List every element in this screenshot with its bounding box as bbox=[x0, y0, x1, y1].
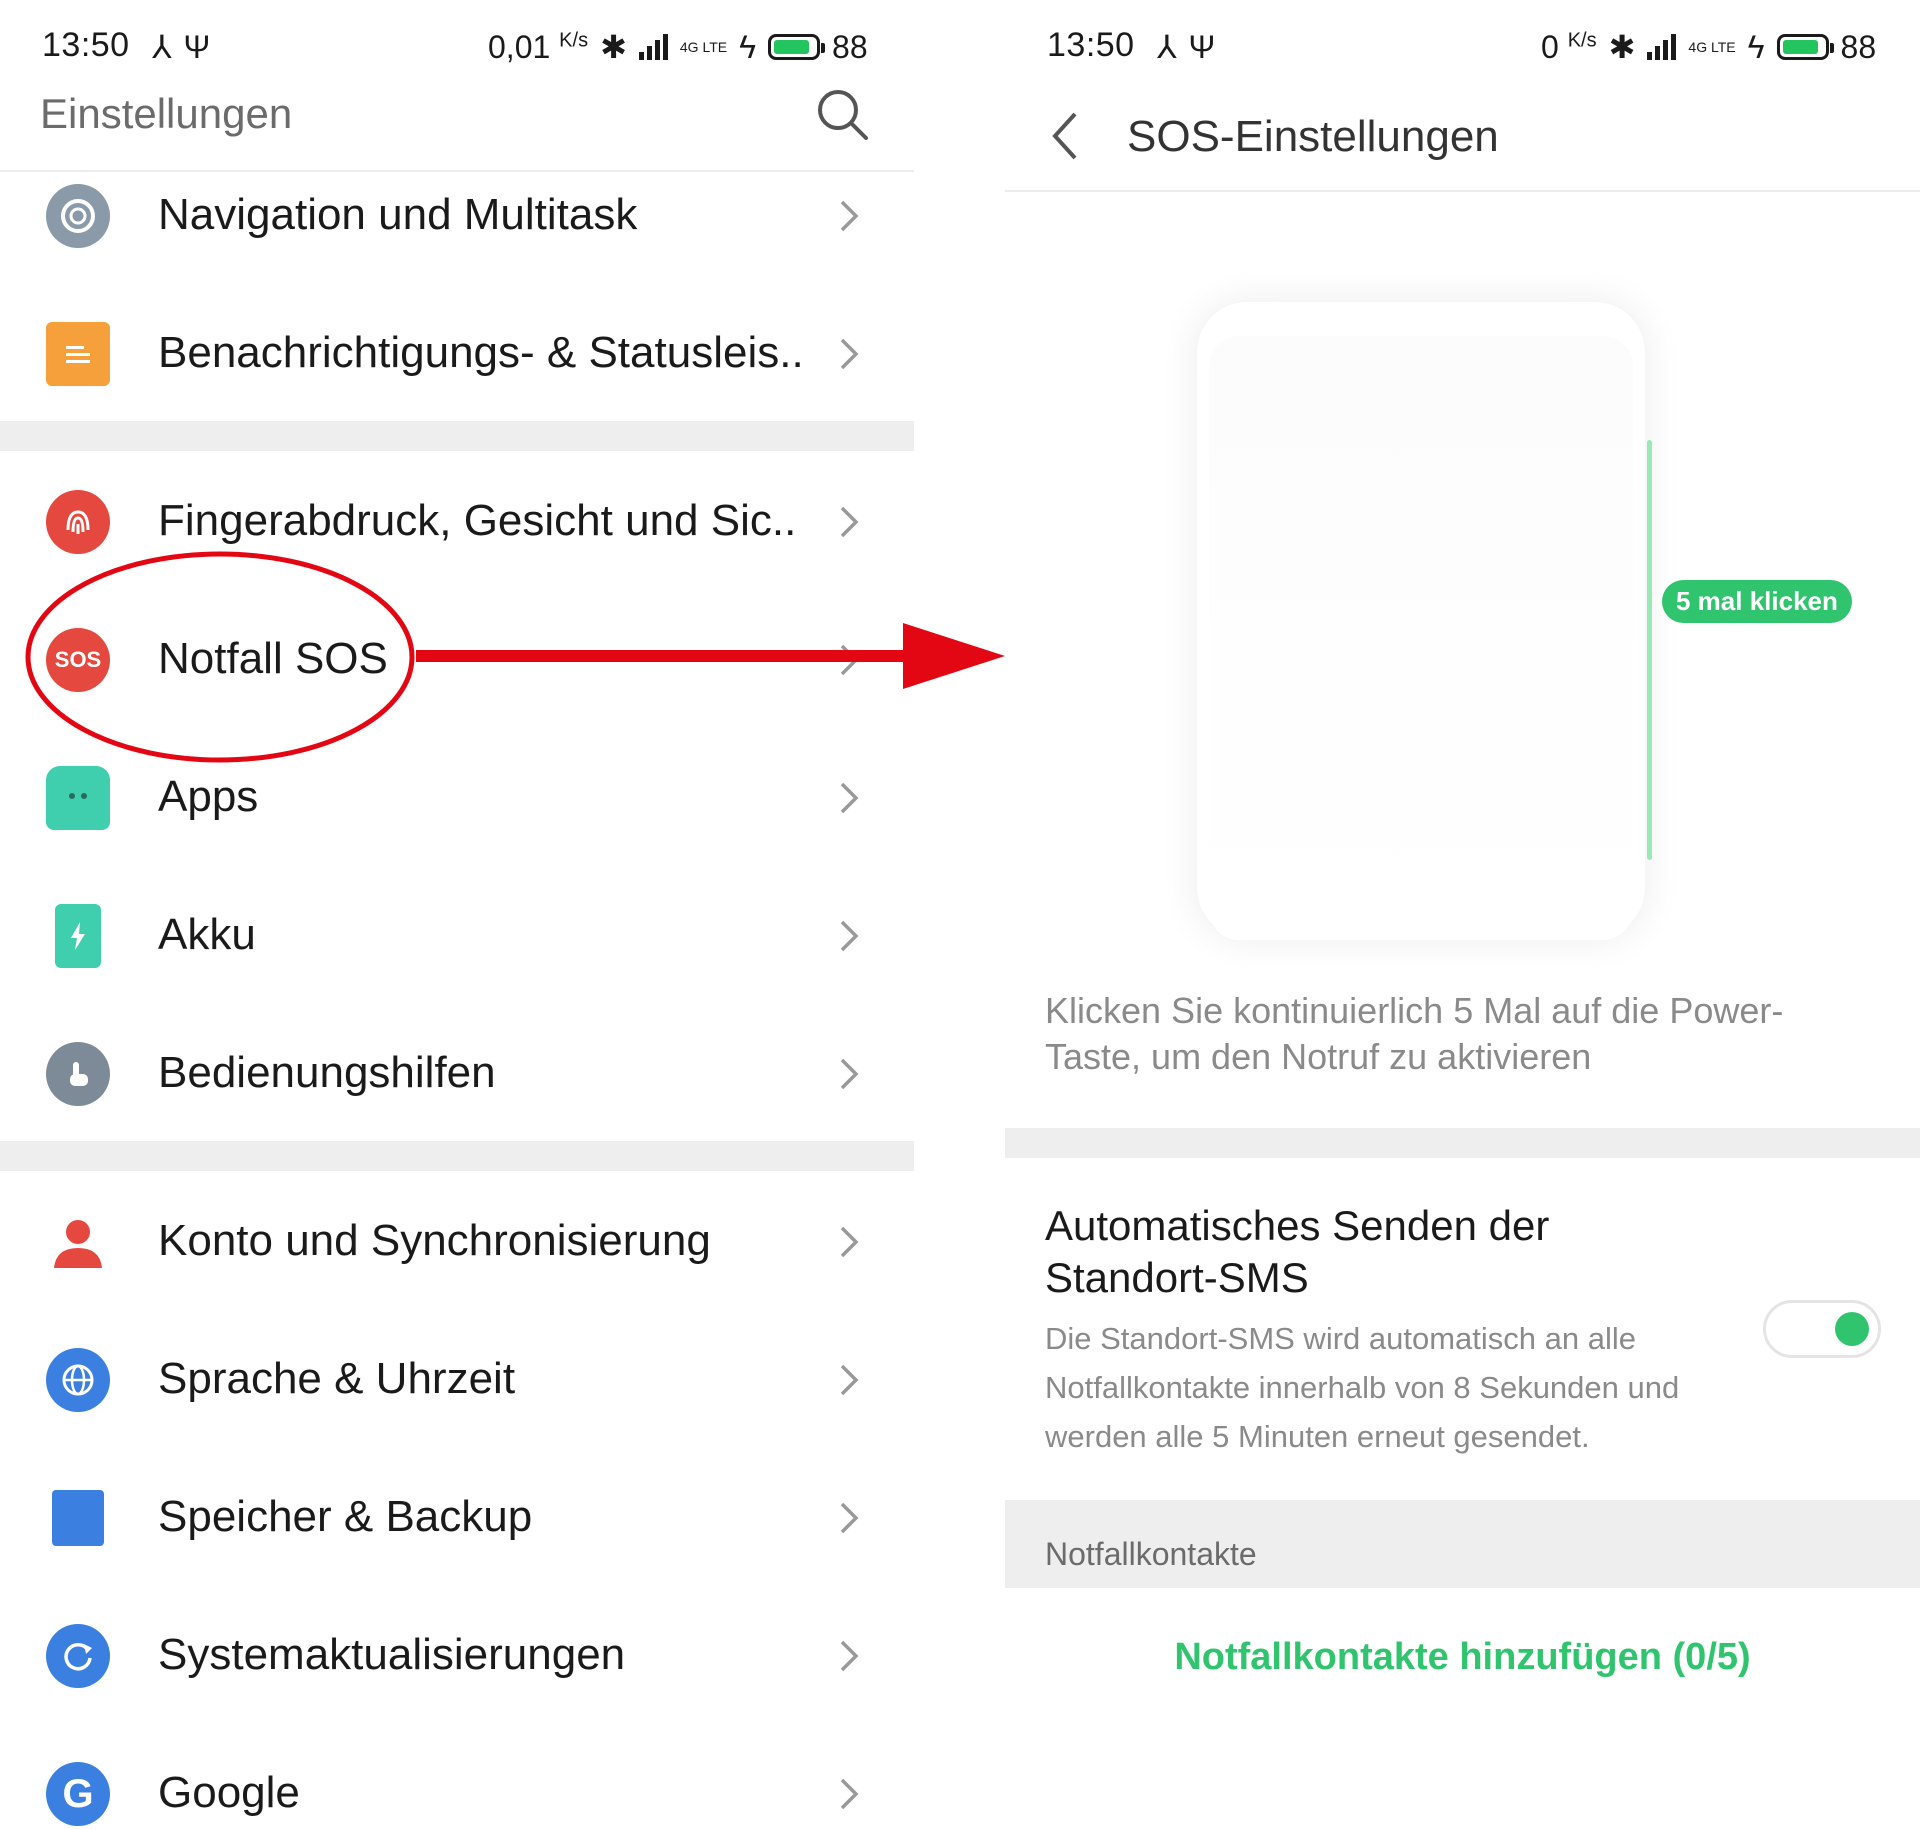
toggle-knob bbox=[1835, 1312, 1869, 1346]
settings-item-notifications[interactable]: Benachrichtigungs- & Statusleis.. bbox=[0, 284, 914, 422]
net-speed: 0 K/s bbox=[1541, 28, 1597, 65]
share-icon: ⅄ bbox=[1157, 29, 1177, 65]
settings-item-label: Akku bbox=[158, 910, 256, 959]
battery-icon bbox=[1776, 34, 1834, 60]
settings-item-account[interactable]: Konto und Synchronisierung bbox=[0, 1172, 914, 1310]
chevron-right-icon bbox=[840, 1364, 859, 1396]
bluetooth-icon: ✱ bbox=[600, 29, 627, 65]
settings-item-label: Speicher & Backup bbox=[158, 1492, 533, 1541]
status-left-icons: ⅄ Ψ bbox=[152, 22, 210, 72]
update-icon bbox=[46, 1624, 110, 1688]
chevron-right-icon bbox=[840, 782, 859, 814]
battery-level: 88 bbox=[1840, 28, 1877, 65]
status-right-icons: 0 K/s ✱ 4G LTE ϟ 88 bbox=[1541, 22, 1876, 72]
battery-icon bbox=[768, 34, 826, 60]
auto-sms-title: Automatisches Senden der Standort-SMS bbox=[1045, 1202, 1550, 1301]
settings-screen: 13:50 ⅄ Ψ 0,01 K/s ✱ 4G LTE ϟ 88 Einstel… bbox=[0, 0, 914, 1829]
power-button-highlight bbox=[1647, 440, 1652, 860]
settings-item-label: Konto und Synchronisierung bbox=[158, 1216, 711, 1265]
google-icon: G bbox=[46, 1762, 110, 1826]
status-time: 13:50 bbox=[42, 26, 130, 64]
contacts-section-header: Notfallkontakte bbox=[1005, 1500, 1920, 1588]
sos-description: Klicken Sie kontinuierlich 5 Mal auf die… bbox=[1045, 990, 1784, 1077]
search-icon[interactable] bbox=[814, 86, 872, 144]
chevron-right-icon bbox=[840, 338, 859, 370]
page-title: SOS-Einstellungen bbox=[1127, 112, 1499, 161]
charging-icon: ϟ bbox=[1747, 28, 1765, 65]
chevron-right-icon bbox=[840, 1778, 859, 1810]
settings-item-label: Notfall SOS bbox=[158, 634, 388, 683]
settings-item-google[interactable]: G Google bbox=[0, 1724, 914, 1829]
settings-item-navigation[interactable]: Navigation und Multitask bbox=[0, 146, 914, 284]
contacts-section-title: Notfallkontakte bbox=[1045, 1536, 1257, 1572]
sos-icon: SOS bbox=[46, 628, 110, 692]
settings-item-label: Sprache & Uhrzeit bbox=[158, 1354, 516, 1403]
click-hint-badge: 5 mal klicken bbox=[1662, 580, 1852, 623]
signal-icon bbox=[638, 34, 668, 60]
bluetooth-icon: ✱ bbox=[1608, 29, 1636, 65]
settings-item-label: Navigation und Multitask bbox=[158, 190, 638, 239]
network-type: 4G LTE bbox=[1688, 39, 1736, 55]
sos-settings-screen: 13:50 ⅄ Ψ 0 K/s ✱ 4G LTE ϟ 88 SOS-Einste… bbox=[1005, 0, 1920, 1829]
share-icon: ⅄ bbox=[152, 29, 172, 65]
settings-item-accessibility[interactable]: Bedienungshilfen bbox=[0, 1004, 914, 1142]
settings-item-label: Systemaktualisierungen bbox=[158, 1630, 626, 1679]
settings-item-label: Google bbox=[158, 1768, 300, 1817]
settings-item-apps[interactable]: Apps bbox=[0, 728, 914, 866]
usb-icon: Ψ bbox=[1188, 28, 1216, 65]
phone-screen bbox=[1209, 336, 1633, 940]
chevron-right-icon bbox=[840, 1502, 859, 1534]
section-divider bbox=[0, 1141, 914, 1171]
status-time: 13:50 bbox=[1047, 26, 1135, 64]
android-icon bbox=[46, 766, 110, 830]
navigation-icon bbox=[46, 184, 110, 248]
settings-item-storage-backup[interactable]: Speicher & Backup bbox=[0, 1448, 914, 1586]
phone-illustration bbox=[1195, 300, 1652, 940]
charging-icon: ϟ bbox=[739, 28, 757, 65]
notification-icon bbox=[46, 322, 110, 386]
settings-item-label: Apps bbox=[158, 772, 259, 821]
storage-icon bbox=[52, 1490, 104, 1546]
usb-icon: Ψ bbox=[183, 28, 211, 65]
battery-icon bbox=[55, 904, 101, 968]
settings-item-emergency-sos[interactable]: SOS Notfall SOS bbox=[0, 590, 914, 728]
arrow-head-icon bbox=[903, 623, 1005, 689]
settings-item-label: Fingerabdruck, Gesicht und Sic.. bbox=[158, 496, 797, 545]
chevron-right-icon bbox=[840, 506, 859, 538]
settings-item-system-updates[interactable]: Systemaktualisierungen bbox=[0, 1586, 914, 1724]
status-right-icons: 0,01 K/s ✱ 4G LTE ϟ 88 bbox=[488, 22, 868, 72]
section-divider bbox=[1005, 1128, 1920, 1158]
status-left-icons: ⅄ Ψ bbox=[1157, 22, 1215, 72]
auto-sms-toggle[interactable] bbox=[1763, 1300, 1881, 1358]
chevron-right-icon bbox=[840, 1640, 859, 1672]
globe-icon bbox=[46, 1348, 110, 1412]
chevron-right-icon bbox=[840, 920, 859, 952]
chevron-right-icon bbox=[840, 1226, 859, 1258]
sos-header: SOS-Einstellungen bbox=[1005, 90, 1920, 192]
network-type: 4G LTE bbox=[679, 39, 728, 55]
chevron-right-icon bbox=[840, 644, 859, 676]
chevron-right-icon bbox=[840, 200, 859, 232]
accessibility-icon bbox=[46, 1042, 110, 1106]
chevron-right-icon bbox=[840, 1058, 859, 1090]
status-bar: 13:50 ⅄ Ψ 0,01 K/s ✱ 4G LTE ϟ 88 bbox=[0, 22, 914, 72]
back-arrow-icon[interactable] bbox=[1045, 108, 1085, 164]
account-icon bbox=[46, 1210, 110, 1274]
settings-item-language-time[interactable]: Sprache & Uhrzeit bbox=[0, 1310, 914, 1448]
settings-item-battery[interactable]: Akku bbox=[0, 866, 914, 1004]
auto-sms-description: Die Standort-SMS wird automatisch an all… bbox=[1045, 1321, 1680, 1454]
section-divider bbox=[0, 421, 914, 451]
battery-level: 88 bbox=[832, 28, 868, 65]
signal-icon bbox=[1647, 34, 1677, 60]
settings-item-label: Bedienungshilfen bbox=[158, 1048, 496, 1097]
fingerprint-icon bbox=[46, 490, 110, 554]
net-speed: 0,01 K/s bbox=[488, 28, 589, 65]
status-bar: 13:50 ⅄ Ψ 0 K/s ✱ 4G LTE ϟ 88 bbox=[1005, 22, 1920, 72]
page-title: Einstellungen bbox=[40, 90, 293, 137]
settings-item-label: Benachrichtigungs- & Statusleis.. bbox=[158, 328, 804, 377]
settings-item-fingerprint[interactable]: Fingerabdruck, Gesicht und Sic.. bbox=[0, 452, 914, 590]
add-emergency-contacts-button[interactable]: Notfallkontakte hinzufügen (0/5) bbox=[1005, 1636, 1920, 1679]
